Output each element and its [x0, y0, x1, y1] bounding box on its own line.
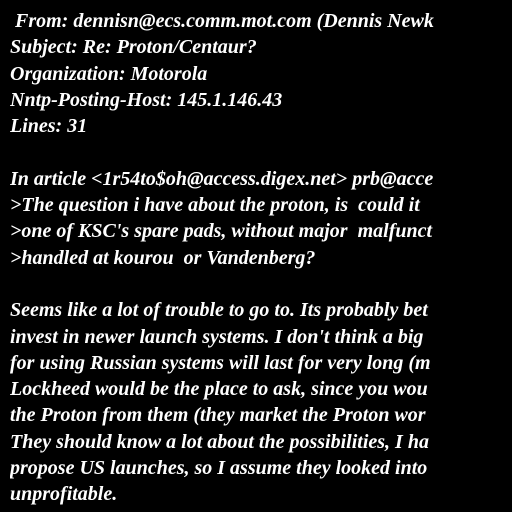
body-line: They should know a lot about the possibi… [10, 430, 429, 453]
body-line: propose US launches, so I assume they lo… [10, 457, 428, 480]
body-line: Lockheed would be the place to ask, sinc… [10, 378, 428, 401]
body-line: invest in newer launch systems. I don't … [10, 325, 424, 348]
quoted-line: >handled at kourou or Vandenberg? [10, 246, 316, 269]
quoted-line: >one of KSC's spare pads, without major … [10, 220, 433, 243]
body-line: Seems like a lot of trouble to go to. It… [10, 299, 428, 322]
from-header: From: dennisn@ecs.comm.mot.com (Dennis N… [10, 10, 434, 32]
body-line: the Proton from them (they market the Pr… [10, 404, 426, 427]
subject-header: Subject: Re: Proton/Centaur? [10, 36, 257, 59]
body-line: for using Russian systems will last for … [10, 351, 431, 374]
message-view: From: dennisn@ecs.comm.mot.com (Dennis N… [10, 8, 512, 512]
nntp-host-header: Nntp-Posting-Host: 145.1.146.43 [10, 88, 283, 111]
quote-attribution: In article <1r54to$oh@access.digex.net> … [10, 167, 434, 190]
organization-header: Organization: Motorola [10, 62, 208, 85]
body-line: unprofitable. [10, 483, 118, 506]
lines-header: Lines: 31 [10, 115, 88, 138]
quoted-line: >The question i have about the proton, i… [10, 194, 420, 217]
